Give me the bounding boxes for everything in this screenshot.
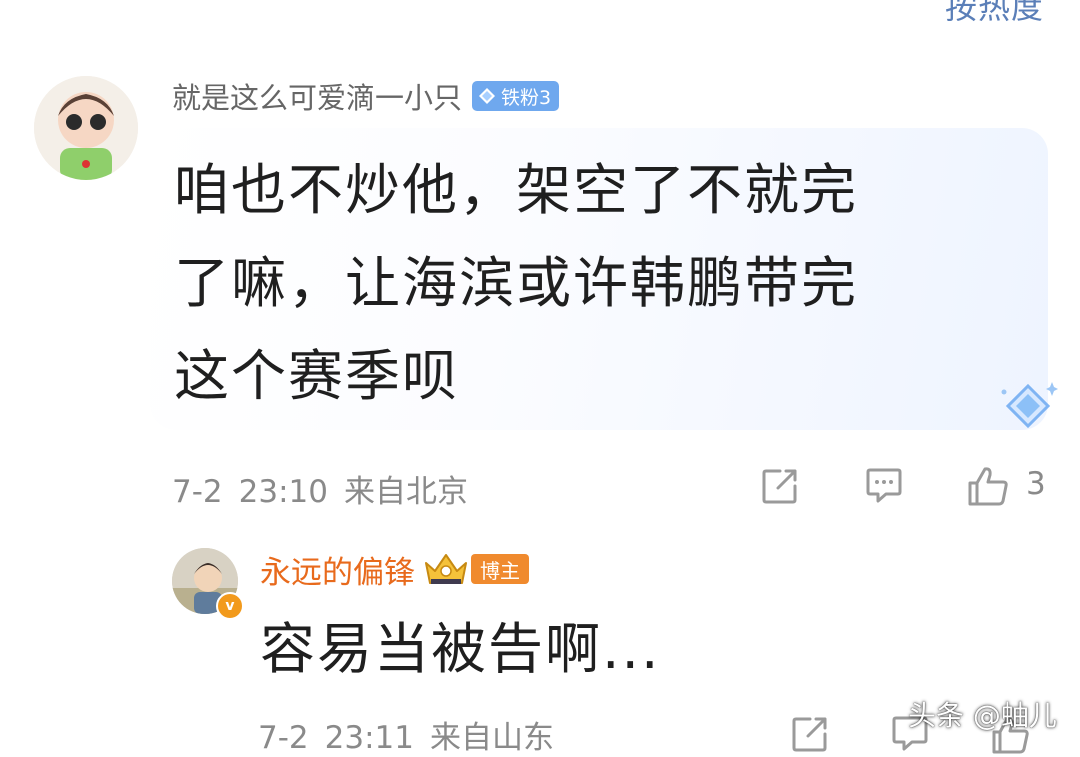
like-count: 3 (1026, 466, 1046, 502)
comment-text-line: 这个赛季呗 (174, 344, 460, 408)
reply-location: 来自山东 (429, 720, 554, 756)
like-icon[interactable] (966, 464, 1010, 508)
crown-icon (425, 554, 467, 584)
comment-icon[interactable] (864, 466, 904, 506)
share-icon[interactable] (790, 714, 830, 754)
reply-header: 永远的偏锋 博主 (260, 547, 529, 592)
comment-text-line: 了嘛，让海滨或许韩鹏带完 (174, 251, 859, 315)
fan-badge-label: 铁粉3 (501, 86, 552, 109)
comment-text-line: 咱也不炒他，架空了不就完 (174, 158, 859, 222)
share-icon[interactable] (760, 466, 800, 506)
comment-meta: 7-2 23:10 来自北京 (172, 466, 484, 511)
fan-badge-diamond-icon (479, 88, 496, 104)
reply-meta: 7-2 23:11 来自山东 (258, 712, 570, 757)
watermark: 头条 @蚰儿 (908, 699, 1057, 732)
verified-badge: v (216, 592, 244, 620)
comment-text: 咱也不炒他，架空了不就完 了嘛，让海滨或许韩鹏带完 这个赛季呗 (174, 144, 974, 423)
comment-header: 就是这么可爱滴一小只 铁粉3 (172, 75, 560, 117)
author-badge: 博主 (471, 554, 529, 584)
comment-date: 7-2 (172, 474, 223, 510)
fan-level-badge[interactable]: 铁粉3 (472, 81, 560, 111)
bubble-diamond-icon (1001, 382, 1058, 429)
reply-date: 7-2 (258, 720, 309, 756)
comment-item: 就是这么可爱滴一小只 铁粉3 咱也不炒他，架空了不就完 了嘛，让海滨或许韩鹏带完… (0, 0, 1080, 520)
reply-text: 容易当被告啊... (260, 617, 661, 681)
comment-time: 23:10 (238, 474, 328, 510)
avatar[interactable] (34, 76, 138, 180)
username[interactable]: 永远的偏锋 (260, 547, 415, 592)
avatar-image (34, 76, 138, 180)
comment-location: 来自北京 (343, 474, 468, 510)
reply-time: 23:11 (324, 720, 414, 756)
username[interactable]: 就是这么可爱滴一小只 (172, 75, 462, 117)
